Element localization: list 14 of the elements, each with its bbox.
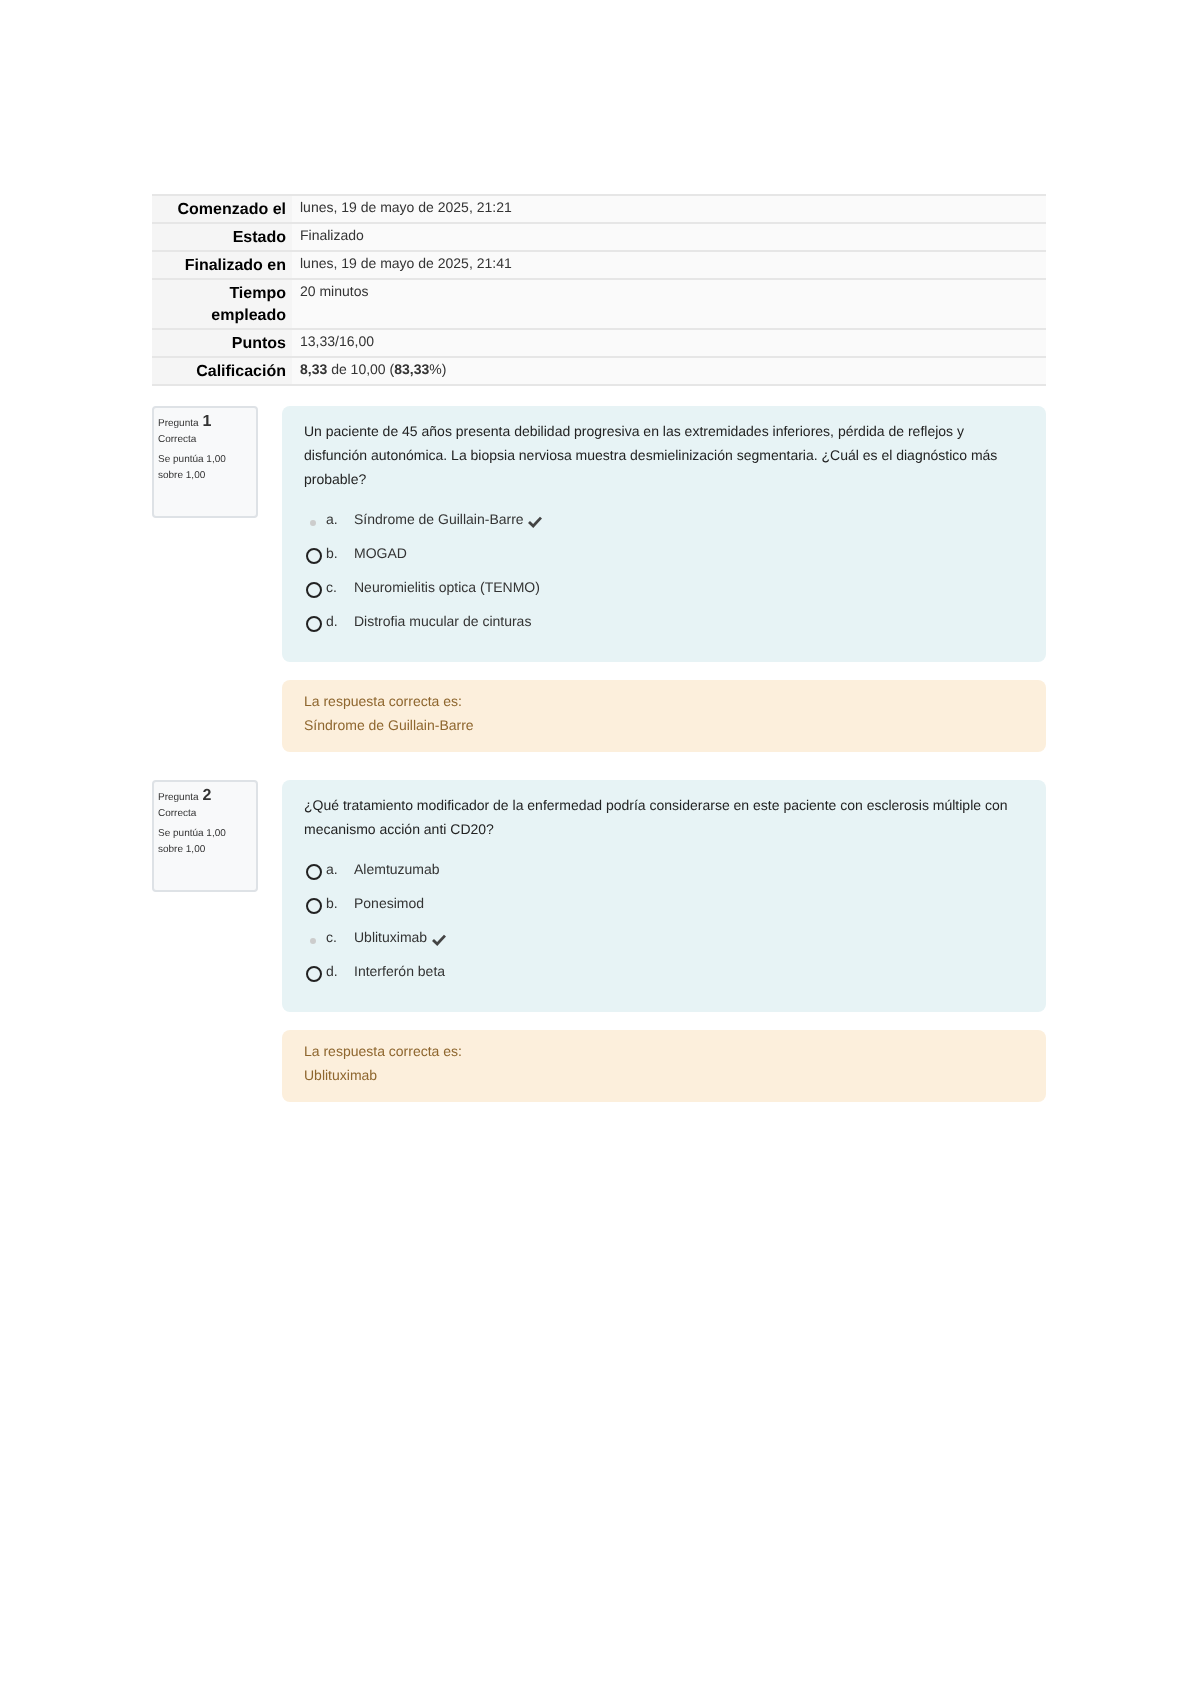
radio-icon[interactable]: [304, 898, 322, 914]
summary-label: Calificación: [152, 358, 292, 384]
summary-label: Finalizado en: [152, 252, 292, 278]
question-number: 2: [202, 788, 212, 804]
question-number: 1: [202, 414, 212, 430]
summary-label: Puntos: [152, 330, 292, 356]
radio-icon[interactable]: [304, 966, 322, 982]
radio-icon[interactable]: [304, 616, 322, 632]
radio-icon[interactable]: [304, 582, 322, 598]
summary-label: Tiempo empleado: [152, 280, 292, 328]
radio-icon[interactable]: [304, 548, 322, 564]
radio-icon[interactable]: [304, 864, 322, 880]
summary-label: Estado: [152, 224, 292, 250]
summary-label: Comenzado el: [152, 196, 292, 222]
